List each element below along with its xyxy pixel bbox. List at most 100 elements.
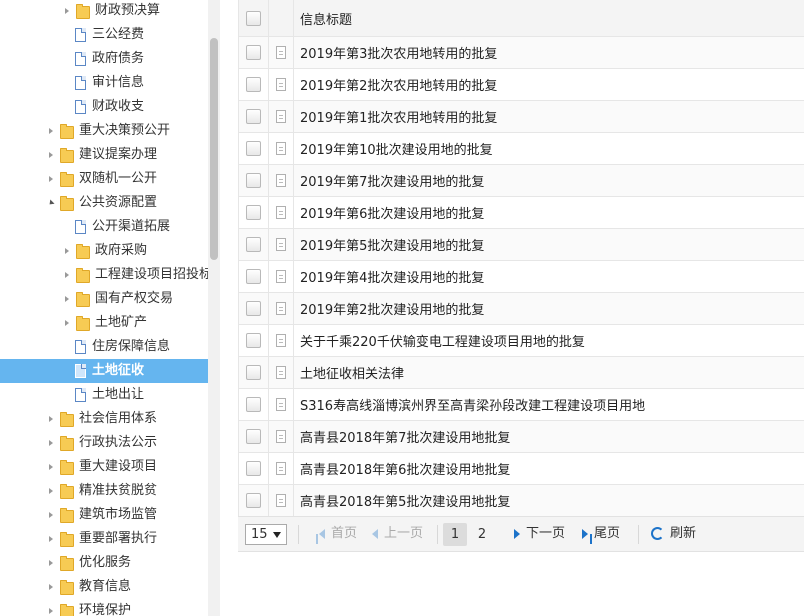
table-row[interactable]: 2019年第2批次农用地转用的批复 xyxy=(238,68,804,101)
row-checkbox-cell[interactable] xyxy=(238,260,269,293)
row-checkbox-cell[interactable] xyxy=(238,484,269,517)
tree-scrollbar-thumb[interactable] xyxy=(210,38,218,260)
tree-item[interactable]: 双随机一公开 xyxy=(0,167,208,191)
row-title[interactable]: 2019年第4批次建设用地的批复 xyxy=(293,260,804,293)
table-row[interactable]: S316寿高线淄博滨州界至高青梁孙段改建工程建设项目用地 xyxy=(238,388,804,421)
collapsed-arrow-icon[interactable] xyxy=(47,167,57,191)
row-title[interactable]: 2019年第5批次建设用地的批复 xyxy=(293,228,804,261)
tree-item[interactable]: 优化服务 xyxy=(0,551,208,575)
page-number-1[interactable]: 1 xyxy=(443,523,467,546)
table-row[interactable]: 高青县2018年第6批次建设用地批复 xyxy=(238,452,804,485)
tree-item[interactable]: 重要部署执行 xyxy=(0,527,208,551)
row-title[interactable]: 关于千乘220千伏输变电工程建设项目用地的批复 xyxy=(293,324,804,357)
row-checkbox[interactable] xyxy=(246,301,261,316)
tree-item[interactable]: 重大决策预公开 xyxy=(0,119,208,143)
collapsed-arrow-icon[interactable] xyxy=(47,455,57,479)
refresh-button[interactable]: 刷新 xyxy=(651,517,696,551)
table-row[interactable]: 高青县2018年第7批次建设用地批复 xyxy=(238,420,804,453)
row-checkbox-cell[interactable] xyxy=(238,132,269,165)
row-checkbox[interactable] xyxy=(246,77,261,92)
row-title[interactable]: 高青县2018年第5批次建设用地批复 xyxy=(293,484,804,517)
row-checkbox[interactable] xyxy=(246,493,261,508)
tree-item[interactable]: 财政收支 xyxy=(0,95,208,119)
tree-item[interactable]: 公开渠道拓展 xyxy=(0,215,208,239)
next-page-button[interactable]: 下一页 xyxy=(514,517,565,551)
row-checkbox-cell[interactable] xyxy=(238,100,269,133)
tree-item[interactable]: 财政预决算 xyxy=(0,0,208,23)
tree-item[interactable]: 土地出让 xyxy=(0,383,208,407)
row-checkbox-cell[interactable] xyxy=(238,164,269,197)
collapsed-arrow-icon[interactable] xyxy=(47,599,57,616)
row-checkbox[interactable] xyxy=(246,173,261,188)
row-checkbox-cell[interactable] xyxy=(238,452,269,485)
row-checkbox[interactable] xyxy=(246,429,261,444)
row-checkbox[interactable] xyxy=(246,365,261,380)
tree-item[interactable]: 住房保障信息 xyxy=(0,335,208,359)
collapsed-arrow-icon[interactable] xyxy=(63,263,73,287)
row-title[interactable]: 高青县2018年第6批次建设用地批复 xyxy=(293,452,804,485)
table-row[interactable]: 高青县2018年第5批次建设用地批复 xyxy=(238,484,804,517)
collapsed-arrow-icon[interactable] xyxy=(63,311,73,335)
row-checkbox-cell[interactable] xyxy=(238,228,269,261)
table-row[interactable]: 2019年第1批次农用地转用的批复 xyxy=(238,100,804,133)
select-all-checkbox[interactable] xyxy=(246,10,261,26)
row-checkbox-cell[interactable] xyxy=(238,324,269,357)
row-checkbox[interactable] xyxy=(246,461,261,476)
tree-item[interactable]: 建筑市场监管 xyxy=(0,503,208,527)
row-title[interactable]: 2019年第6批次建设用地的批复 xyxy=(293,196,804,229)
tree-item[interactable]: 国有产权交易 xyxy=(0,287,208,311)
row-checkbox-cell[interactable] xyxy=(238,420,269,453)
tree-item[interactable]: 行政执法公示 xyxy=(0,431,208,455)
tree-item[interactable]: 政府债务 xyxy=(0,47,208,71)
row-checkbox[interactable] xyxy=(246,205,261,220)
first-page-button[interactable]: 首页 xyxy=(316,517,357,551)
prev-page-button[interactable]: 上一页 xyxy=(372,517,423,551)
table-row[interactable]: 2019年第6批次建设用地的批复 xyxy=(238,196,804,229)
row-checkbox-cell[interactable] xyxy=(238,388,269,421)
row-checkbox-cell[interactable] xyxy=(238,356,269,389)
page-size-select[interactable]: 15 xyxy=(245,524,287,545)
row-checkbox[interactable] xyxy=(246,333,261,348)
header-checkbox-cell[interactable] xyxy=(238,0,269,37)
tree-item[interactable]: 土地征收 xyxy=(0,359,208,383)
collapsed-arrow-icon[interactable] xyxy=(47,431,57,455)
row-checkbox-cell[interactable] xyxy=(238,68,269,101)
row-title[interactable]: 土地征收相关法律 xyxy=(293,356,804,389)
row-title[interactable]: 高青县2018年第7批次建设用地批复 xyxy=(293,420,804,453)
row-checkbox[interactable] xyxy=(246,397,261,412)
collapsed-arrow-icon[interactable] xyxy=(63,0,73,23)
collapsed-arrow-icon[interactable] xyxy=(47,527,57,551)
row-checkbox-cell[interactable] xyxy=(238,36,269,69)
collapsed-arrow-icon[interactable] xyxy=(47,119,57,143)
tree-item[interactable]: 政府采购 xyxy=(0,239,208,263)
row-title[interactable]: 2019年第3批次农用地转用的批复 xyxy=(293,36,804,69)
table-row[interactable]: 2019年第4批次建设用地的批复 xyxy=(238,260,804,293)
tree-item[interactable]: 建议提案办理 xyxy=(0,143,208,167)
row-checkbox-cell[interactable] xyxy=(238,292,269,325)
tree-scrollbar[interactable] xyxy=(208,0,220,616)
collapsed-arrow-icon[interactable] xyxy=(47,503,57,527)
tree-item[interactable]: 工程建设项目招投标 xyxy=(0,263,208,287)
collapsed-arrow-icon[interactable] xyxy=(47,143,57,167)
tree-item[interactable]: 审计信息 xyxy=(0,71,208,95)
tree-item[interactable]: 教育信息 xyxy=(0,575,208,599)
tree-item[interactable]: 重大建设项目 xyxy=(0,455,208,479)
tree-item[interactable]: 社会信用体系 xyxy=(0,407,208,431)
header-title[interactable]: 信息标题 xyxy=(293,0,804,37)
row-title[interactable]: 2019年第7批次建设用地的批复 xyxy=(293,164,804,197)
row-checkbox[interactable] xyxy=(246,269,261,284)
collapsed-arrow-icon[interactable] xyxy=(47,407,57,431)
table-row[interactable]: 2019年第5批次建设用地的批复 xyxy=(238,228,804,261)
tree-item[interactable]: 三公经费 xyxy=(0,23,208,47)
tree-item[interactable]: 土地矿产 xyxy=(0,311,208,335)
row-checkbox[interactable] xyxy=(246,141,261,156)
row-title[interactable]: 2019年第2批次农用地转用的批复 xyxy=(293,68,804,101)
row-checkbox-cell[interactable] xyxy=(238,196,269,229)
table-row[interactable]: 关于千乘220千伏输变电工程建设项目用地的批复 xyxy=(238,324,804,357)
tree-item[interactable]: 环境保护 xyxy=(0,599,208,616)
tree-item[interactable]: 精准扶贫脱贫 xyxy=(0,479,208,503)
table-row[interactable]: 2019年第3批次农用地转用的批复 xyxy=(238,36,804,69)
collapsed-arrow-icon[interactable] xyxy=(47,551,57,575)
last-page-button[interactable]: 尾页 xyxy=(582,517,620,551)
collapsed-arrow-icon[interactable] xyxy=(63,287,73,311)
